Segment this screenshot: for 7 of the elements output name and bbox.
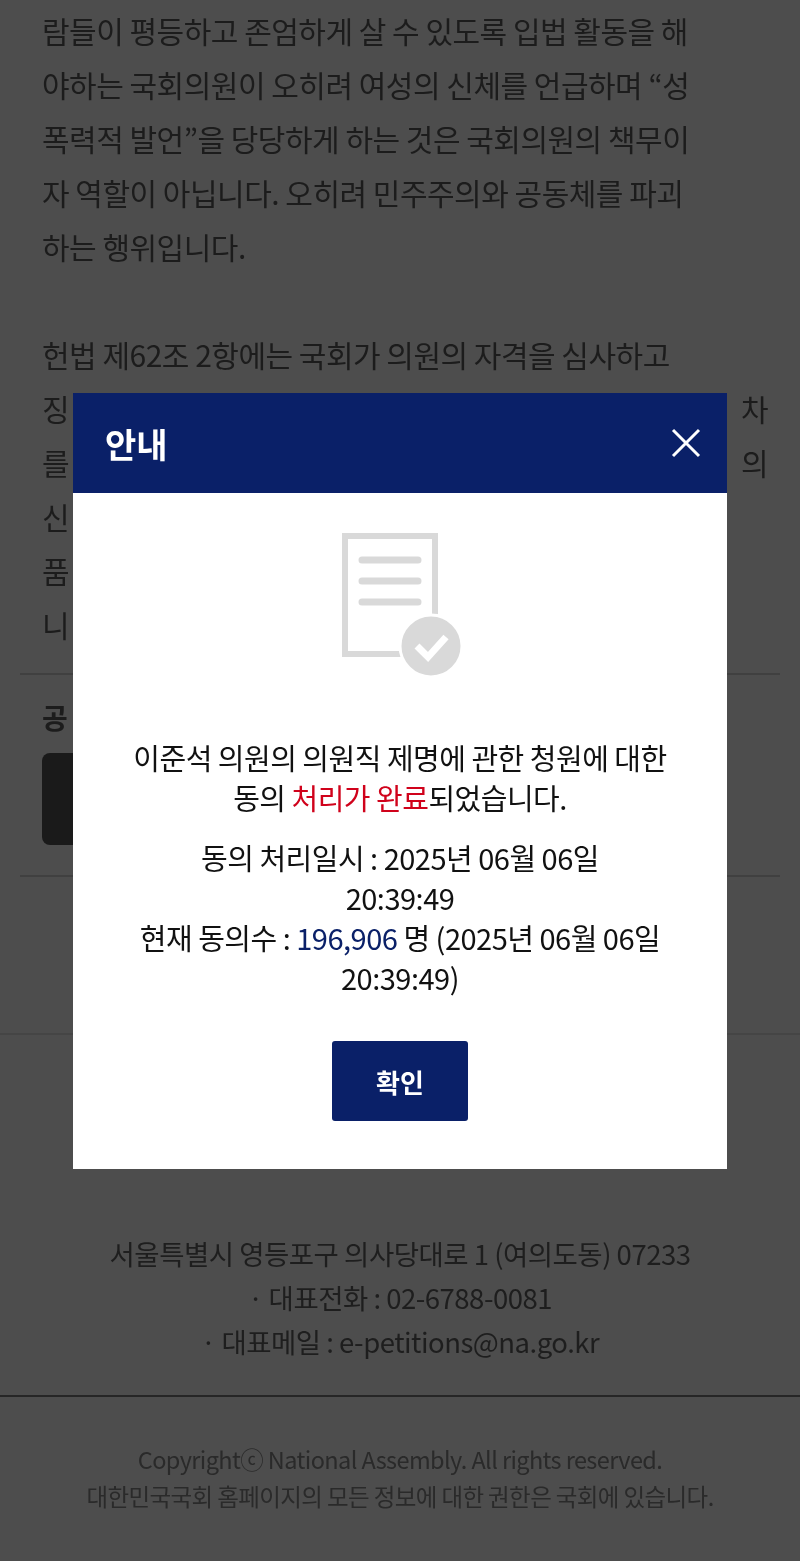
close-icon[interactable] bbox=[671, 428, 701, 458]
dialog-message: 이준석 의원의 의원직 제명에 관한 청원에 대한 동의 처리가 완료되었습니다. bbox=[132, 737, 668, 817]
dialog-title: 안내 bbox=[105, 418, 168, 468]
agree-count-text: 현재 동의수 : 196,906 명 (2025년 06월 06일 20:39:49) bbox=[138, 917, 662, 997]
document-check-icon bbox=[342, 533, 464, 679]
confirm-button[interactable]: 확인 bbox=[332, 1041, 468, 1121]
agree-date-text: 동의 처리일시 : 2025년 06월 06일 20:39:49 bbox=[200, 837, 600, 917]
